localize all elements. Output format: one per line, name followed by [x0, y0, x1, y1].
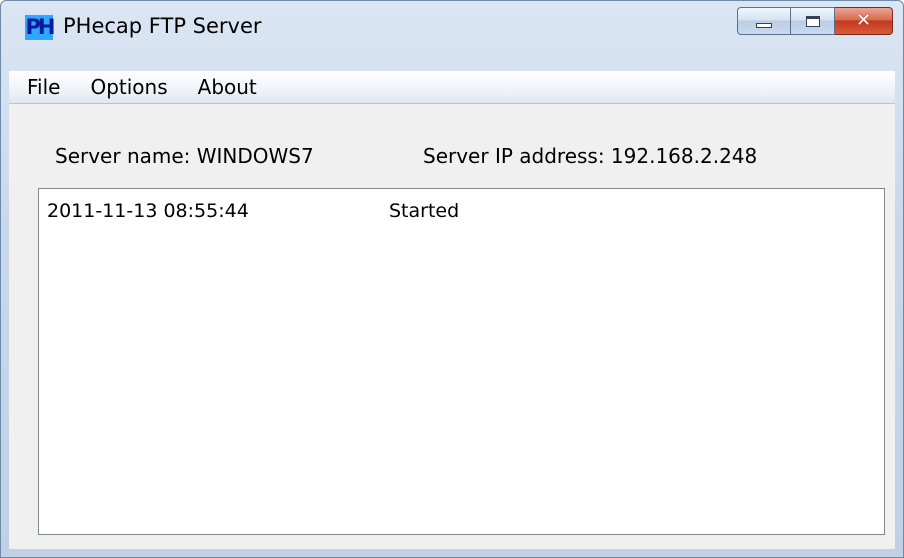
- app-window: PH PHecap FTP Server ✕ File Options Abou…: [0, 0, 904, 558]
- server-name-label: Server name: WINDOWS7: [55, 144, 314, 168]
- title-bar[interactable]: PH PHecap FTP Server ✕: [1, 1, 903, 40]
- log-entry-time: 2011-11-13 08:55:44: [47, 200, 249, 222]
- menu-bar: File Options About: [9, 71, 895, 104]
- menu-file[interactable]: File: [9, 71, 72, 103]
- log-entry-status: Started: [389, 200, 460, 222]
- app-logo-icon: PH: [25, 15, 55, 40]
- server-ip-label: Server IP address: 192.168.2.248: [423, 144, 758, 168]
- maximize-button[interactable]: [791, 7, 835, 35]
- client-area: Server name: WINDOWS7 Server IP address:…: [9, 104, 895, 549]
- minimize-button[interactable]: [737, 7, 791, 35]
- menu-about[interactable]: About: [180, 71, 269, 103]
- close-button[interactable]: ✕: [835, 7, 893, 35]
- log-entry[interactable]: 2011-11-13 08:55:44 Started: [47, 199, 459, 223]
- log-list[interactable]: 2011-11-13 08:55:44 Started: [38, 188, 885, 535]
- caption-buttons: ✕: [737, 7, 893, 37]
- close-icon: ✕: [855, 10, 872, 31]
- window-title: PHecap FTP Server: [63, 14, 262, 38]
- minimize-icon: [756, 22, 772, 28]
- menu-options[interactable]: Options: [72, 71, 179, 103]
- maximize-icon: [805, 15, 820, 27]
